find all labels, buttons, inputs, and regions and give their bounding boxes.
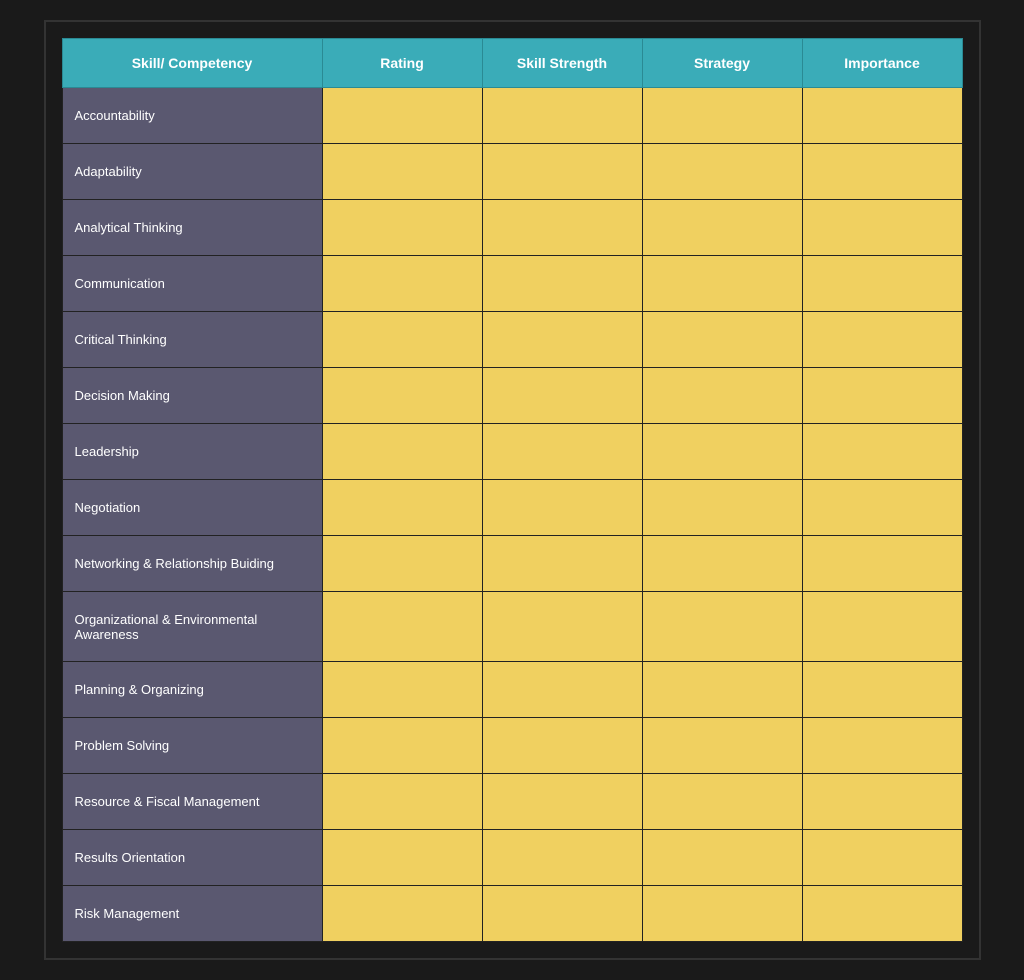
data-cell[interactable] [482, 662, 642, 718]
header-cell-3: Strategy [642, 39, 802, 88]
table-row: Accountability [62, 88, 962, 144]
data-cell[interactable] [482, 88, 642, 144]
data-cell[interactable] [802, 886, 962, 942]
data-cell[interactable] [642, 424, 802, 480]
data-cell[interactable] [482, 480, 642, 536]
data-cell[interactable] [322, 144, 482, 200]
data-cell[interactable] [642, 256, 802, 312]
table-row: Communication [62, 256, 962, 312]
data-cell[interactable] [802, 144, 962, 200]
data-cell[interactable] [322, 886, 482, 942]
skill-name-cell: Risk Management [62, 886, 322, 942]
data-cell[interactable] [802, 256, 962, 312]
data-cell[interactable] [642, 480, 802, 536]
table-row: Planning & Organizing [62, 662, 962, 718]
skill-name-cell: Results Orientation [62, 830, 322, 886]
data-cell[interactable] [642, 662, 802, 718]
data-cell[interactable] [482, 718, 642, 774]
data-cell[interactable] [802, 368, 962, 424]
data-cell[interactable] [642, 830, 802, 886]
data-cell[interactable] [802, 774, 962, 830]
data-cell[interactable] [322, 200, 482, 256]
data-cell[interactable] [482, 256, 642, 312]
data-cell[interactable] [802, 312, 962, 368]
data-cell[interactable] [322, 662, 482, 718]
skill-name-cell: Decision Making [62, 368, 322, 424]
skill-name-cell: Problem Solving [62, 718, 322, 774]
skills-table: Skill/ CompetencyRatingSkill StrengthStr… [62, 38, 963, 942]
skill-name-cell: Negotiation [62, 480, 322, 536]
data-cell[interactable] [482, 144, 642, 200]
data-cell[interactable] [482, 536, 642, 592]
data-cell[interactable] [482, 424, 642, 480]
data-cell[interactable] [802, 88, 962, 144]
skill-name-cell: Organizational & Environmental Awareness [62, 592, 322, 662]
data-cell[interactable] [642, 536, 802, 592]
data-cell[interactable] [802, 592, 962, 662]
data-cell[interactable] [322, 830, 482, 886]
skill-name-cell: Adaptability [62, 144, 322, 200]
skill-name-cell: Communication [62, 256, 322, 312]
table-row: Adaptability [62, 144, 962, 200]
data-cell[interactable] [322, 312, 482, 368]
skill-name-cell: Leadership [62, 424, 322, 480]
header-cell-0: Skill/ Competency [62, 39, 322, 88]
data-cell[interactable] [642, 88, 802, 144]
table-row: Resource & Fiscal Management [62, 774, 962, 830]
data-cell[interactable] [322, 88, 482, 144]
table-row: Risk Management [62, 886, 962, 942]
table-row: Decision Making [62, 368, 962, 424]
table-row: Analytical Thinking [62, 200, 962, 256]
skill-name-cell: Critical Thinking [62, 312, 322, 368]
header-cell-1: Rating [322, 39, 482, 88]
table-row: Networking & Relationship Buiding [62, 536, 962, 592]
skill-name-cell: Resource & Fiscal Management [62, 774, 322, 830]
data-cell[interactable] [322, 592, 482, 662]
data-cell[interactable] [322, 424, 482, 480]
skill-name-cell: Networking & Relationship Buiding [62, 536, 322, 592]
data-cell[interactable] [482, 312, 642, 368]
data-cell[interactable] [642, 886, 802, 942]
data-cell[interactable] [802, 830, 962, 886]
data-cell[interactable] [802, 662, 962, 718]
data-cell[interactable] [802, 480, 962, 536]
data-cell[interactable] [642, 774, 802, 830]
data-cell[interactable] [802, 424, 962, 480]
data-cell[interactable] [322, 368, 482, 424]
data-cell[interactable] [482, 830, 642, 886]
data-cell[interactable] [482, 592, 642, 662]
data-cell[interactable] [802, 718, 962, 774]
data-cell[interactable] [322, 480, 482, 536]
data-cell[interactable] [482, 886, 642, 942]
table-row: Leadership [62, 424, 962, 480]
header-cell-2: Skill Strength [482, 39, 642, 88]
data-cell[interactable] [802, 536, 962, 592]
header-row: Skill/ CompetencyRatingSkill StrengthStr… [62, 39, 962, 88]
data-cell[interactable] [642, 144, 802, 200]
data-cell[interactable] [322, 718, 482, 774]
data-cell[interactable] [642, 312, 802, 368]
data-cell[interactable] [482, 368, 642, 424]
data-cell[interactable] [642, 368, 802, 424]
table-row: Negotiation [62, 480, 962, 536]
data-cell[interactable] [322, 256, 482, 312]
data-cell[interactable] [482, 200, 642, 256]
skill-name-cell: Accountability [62, 88, 322, 144]
table-row: Organizational & Environmental Awareness [62, 592, 962, 662]
data-cell[interactable] [322, 536, 482, 592]
skill-name-cell: Planning & Organizing [62, 662, 322, 718]
header-cell-4: Importance [802, 39, 962, 88]
table-row: Critical Thinking [62, 312, 962, 368]
table-row: Results Orientation [62, 830, 962, 886]
table-row: Problem Solving [62, 718, 962, 774]
data-cell[interactable] [482, 774, 642, 830]
data-cell[interactable] [322, 774, 482, 830]
table-container: Skill/ CompetencyRatingSkill StrengthStr… [44, 20, 981, 960]
data-cell[interactable] [642, 200, 802, 256]
data-cell[interactable] [642, 718, 802, 774]
skill-name-cell: Analytical Thinking [62, 200, 322, 256]
data-cell[interactable] [802, 200, 962, 256]
data-cell[interactable] [642, 592, 802, 662]
